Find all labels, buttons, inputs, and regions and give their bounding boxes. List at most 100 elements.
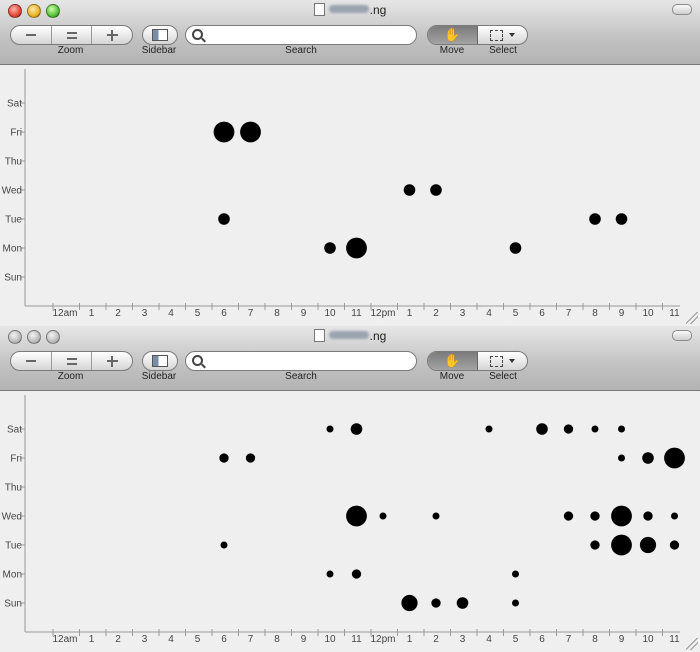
sidebar-button[interactable] (142, 351, 178, 371)
select-tool-button[interactable] (478, 352, 527, 370)
search-input[interactable] (208, 353, 408, 367)
y-tick-label: Sat (7, 99, 22, 110)
search-icon (192, 29, 203, 40)
data-point (509, 242, 522, 254)
x-tick-label: 5 (513, 308, 519, 319)
zoom-out-button[interactable] (11, 352, 52, 370)
data-point (611, 505, 632, 527)
data-point (326, 570, 334, 578)
sidebar-label: Sidebar (141, 45, 177, 56)
data-point (664, 447, 685, 469)
x-tick-label: 9 (301, 308, 307, 319)
data-point (611, 534, 632, 556)
x-tick-label: 6 (221, 308, 227, 319)
plus-icon (106, 355, 118, 367)
sidebar-icon (152, 355, 168, 367)
x-tick-label: 5 (513, 634, 519, 645)
x-tick-label: 5 (195, 308, 201, 319)
move-label: Move (439, 371, 465, 382)
x-tick-label: 6 (539, 634, 545, 645)
x-tick-label: 5 (195, 634, 201, 645)
zoom-in-button[interactable] (92, 26, 132, 44)
move-tool-button[interactable]: ✋ (428, 352, 478, 370)
data-point (618, 425, 625, 433)
actual-size-button[interactable] (52, 26, 93, 44)
data-point (431, 598, 441, 608)
data-point (643, 511, 653, 521)
x-tick-label: 1 (89, 308, 95, 319)
x-tick-label: 11 (351, 308, 362, 319)
select-label: Select (489, 371, 517, 382)
select-tool-button[interactable] (478, 26, 527, 44)
chevron-down-icon[interactable] (509, 33, 515, 37)
x-tick-label: 9 (619, 634, 625, 645)
data-point (618, 454, 625, 462)
y-tick-label: Thu (5, 157, 22, 168)
x-tick-label: 10 (324, 308, 336, 319)
search-input[interactable] (208, 27, 408, 41)
x-tick-label: 1 (89, 634, 95, 645)
selection-icon (490, 355, 503, 367)
data-point (591, 425, 599, 433)
punchcard-chart: SunMonTueWedThuFriSat12am 1 2 3 4 5 6 7 8 9 10 11 12… (2, 69, 680, 319)
tool-mode-control: ✋ (427, 25, 528, 45)
plus-icon (106, 29, 118, 41)
resize-grip[interactable] (686, 638, 698, 650)
chevron-down-icon[interactable] (509, 359, 515, 363)
search-field (185, 25, 417, 45)
x-tick-label: 12pm (370, 634, 395, 645)
sidebar-button[interactable] (142, 25, 178, 45)
y-tick-label: Sun (4, 599, 22, 610)
data-point (430, 184, 442, 196)
x-tick-label: 11 (669, 308, 680, 319)
data-point (351, 569, 362, 579)
data-point (324, 242, 336, 254)
resize-grip[interactable] (686, 312, 698, 324)
sidebar-label: Sidebar (141, 371, 177, 382)
x-tick-label: 2 (433, 308, 439, 319)
data-point (671, 512, 678, 520)
x-tick-label: 2 (115, 308, 121, 319)
search-label: Search (285, 45, 317, 56)
x-tick-label: 3 (142, 634, 148, 645)
x-tick-label: 3 (142, 308, 148, 319)
toolbar-toggle-button[interactable] (672, 4, 692, 15)
equals-icon (66, 31, 77, 39)
redacted-filename (328, 5, 369, 13)
data-point (512, 570, 519, 578)
x-tick-label: 6 (539, 308, 545, 319)
data-point (642, 452, 654, 464)
zoom-out-button[interactable] (11, 26, 52, 44)
toolbar-toggle-button[interactable] (672, 330, 692, 341)
data-point (639, 536, 657, 554)
title-bar[interactable]: .ng Zoom Sidebar Search ✋ Move Select (0, 0, 700, 65)
data-point (669, 540, 680, 550)
move-tool-button[interactable]: ✋ (428, 26, 478, 44)
x-tick-label: 10 (324, 634, 336, 645)
x-tick-label: 6 (221, 634, 227, 645)
x-tick-label: 9 (619, 308, 625, 319)
x-tick-label: 8 (592, 634, 598, 645)
data-point (220, 541, 228, 549)
title-bar[interactable]: .ng Zoom Sidebar Search ✋ Move Select (0, 326, 700, 391)
x-tick-label: 12pm (370, 308, 395, 319)
data-point (245, 453, 256, 463)
data-point (346, 237, 367, 259)
zoom-in-button[interactable] (92, 352, 132, 370)
minus-icon (25, 360, 36, 362)
document-view[interactable]: Sun Mon Tue Wed Thu Fri Sat 12am 1 2 3 4 5 6 7 8 9 10 11 12… (0, 391, 700, 652)
document-view[interactable]: Sun Mon Tue Wed Thu Fri Sat 12am 1 2 3 4 5 6 7 8 9 10 11 12… (0, 65, 700, 326)
data-point (563, 424, 574, 434)
preview-window-2: .ng Zoom Sidebar Search ✋ Move Select Su… (0, 326, 700, 652)
data-point (590, 540, 600, 550)
y-tick-label: Wed (2, 512, 22, 523)
actual-size-button[interactable] (52, 352, 93, 370)
y-tick-label: Tue (5, 541, 22, 552)
preview-window-1: .ng Zoom Sidebar Search ✋ Move Select Su… (0, 0, 700, 326)
title-suffix: .ng (369, 329, 387, 343)
x-tick-label: 4 (486, 308, 492, 319)
minus-icon (25, 34, 36, 36)
x-tick-label: 4 (168, 634, 174, 645)
data-point (219, 453, 229, 463)
y-tick-label: Mon (3, 244, 22, 255)
